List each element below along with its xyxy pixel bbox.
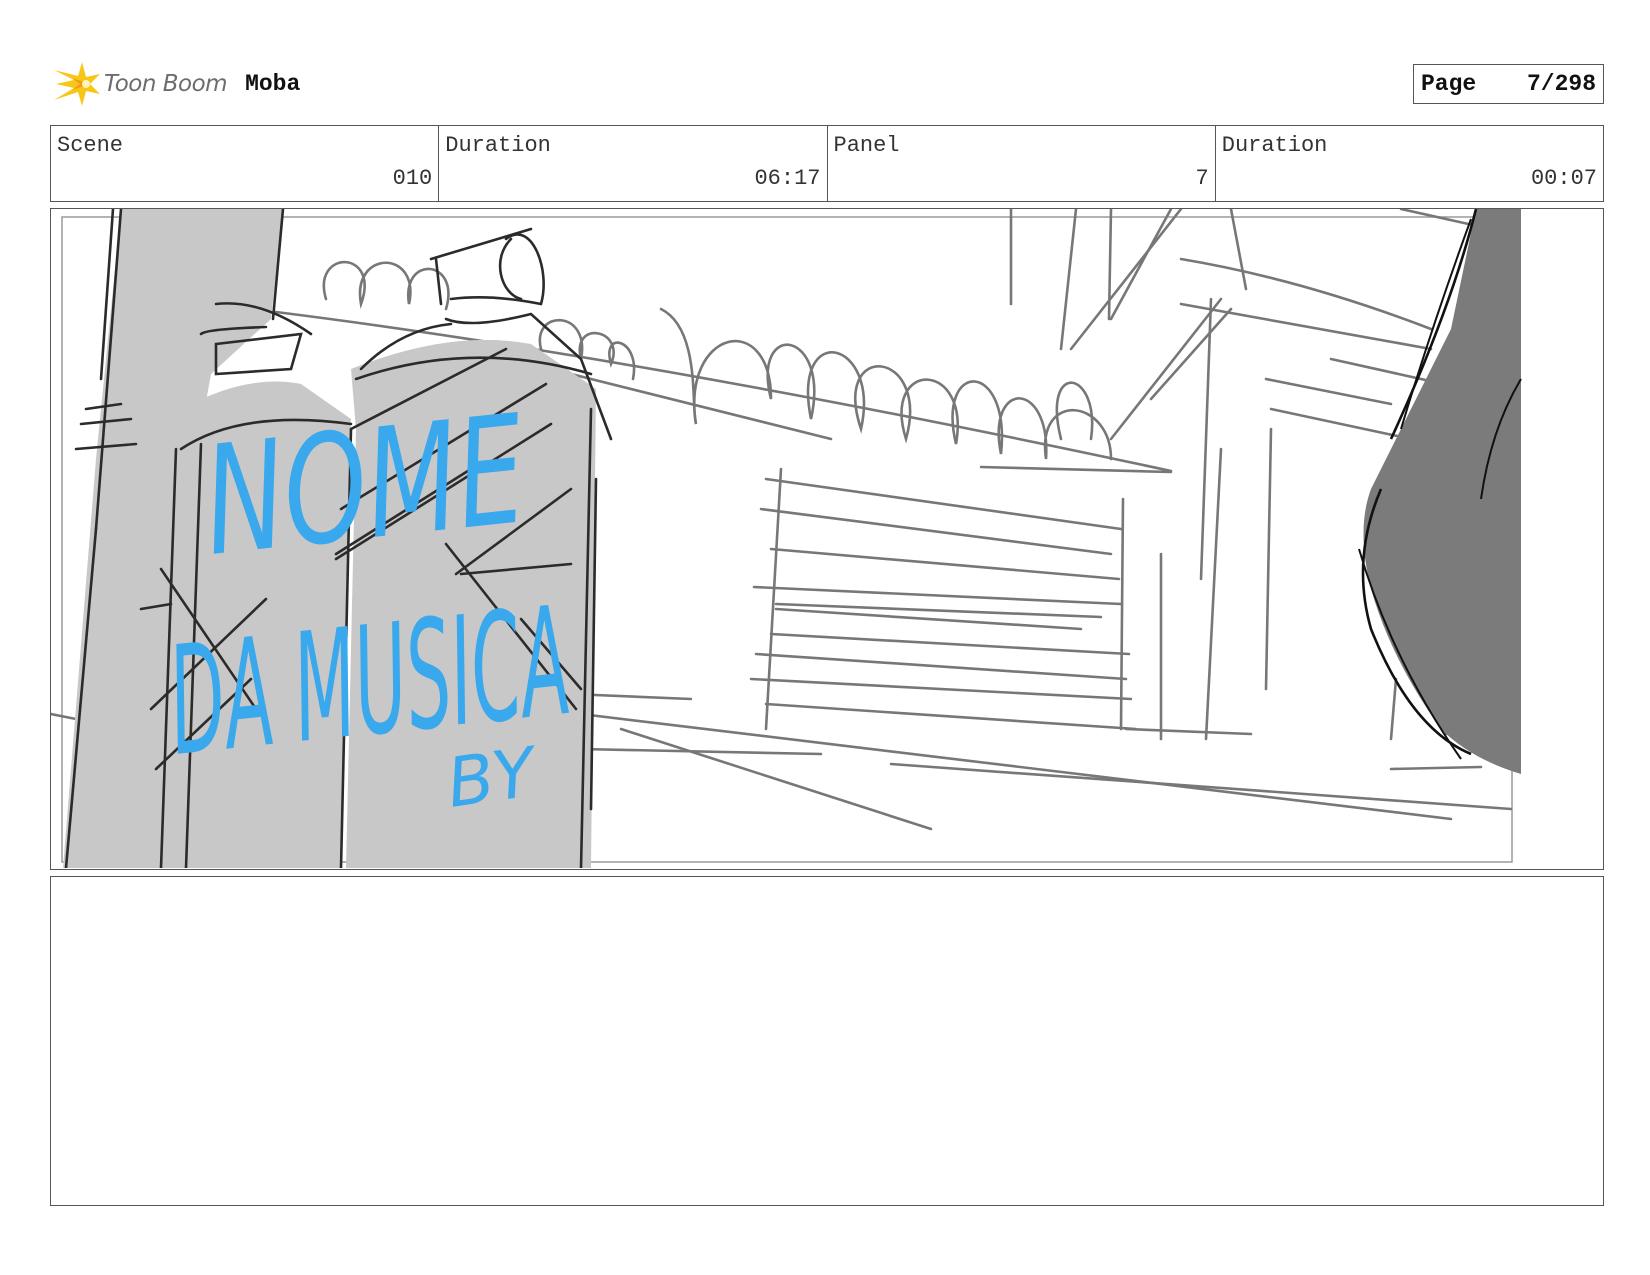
- scene-duration-cell: Duration 06:17: [439, 126, 828, 201]
- page-indicator: Page 7/298: [1413, 64, 1604, 104]
- storyboard-panel[interactable]: NOME DA MUSICA BY: [50, 208, 1604, 870]
- storyboard-header: Toon Boom Moba: [52, 56, 300, 112]
- scene-info-table: Scene 010 Duration 06:17 Panel 7 Duratio…: [50, 125, 1604, 202]
- panel-duration-value: 00:07: [1530, 166, 1597, 191]
- panel-duration-label: Duration: [1221, 133, 1328, 158]
- scene-label: Scene: [57, 133, 124, 158]
- right-figure: [1358, 209, 1522, 774]
- panel-duration-cell: Duration 00:07: [1216, 126, 1603, 201]
- panel-cell: Panel 7: [828, 126, 1216, 201]
- toon-boom-logo-icon: [54, 62, 100, 106]
- scene-duration-label: Duration: [445, 133, 551, 158]
- page-number: 7/298: [1526, 71, 1596, 97]
- panel-label: Panel: [833, 133, 900, 158]
- sign-line-3: BY: [442, 733, 544, 824]
- project-name: Moba: [245, 71, 301, 97]
- scene-duration-value: 06:17: [754, 166, 821, 191]
- sign-line-1: NOME: [197, 383, 534, 590]
- logo-text: Toon Boom: [104, 71, 228, 97]
- page-label: Page: [1421, 71, 1477, 97]
- scene-value: 010: [392, 166, 433, 191]
- panel-value: 7: [1195, 166, 1209, 191]
- scene-cell: Scene 010: [51, 126, 440, 201]
- app-logo: Toon Boom: [52, 60, 228, 108]
- panel-sketch: NOME DA MUSICA BY: [51, 209, 1522, 868]
- panel-notes-area[interactable]: [50, 876, 1604, 1206]
